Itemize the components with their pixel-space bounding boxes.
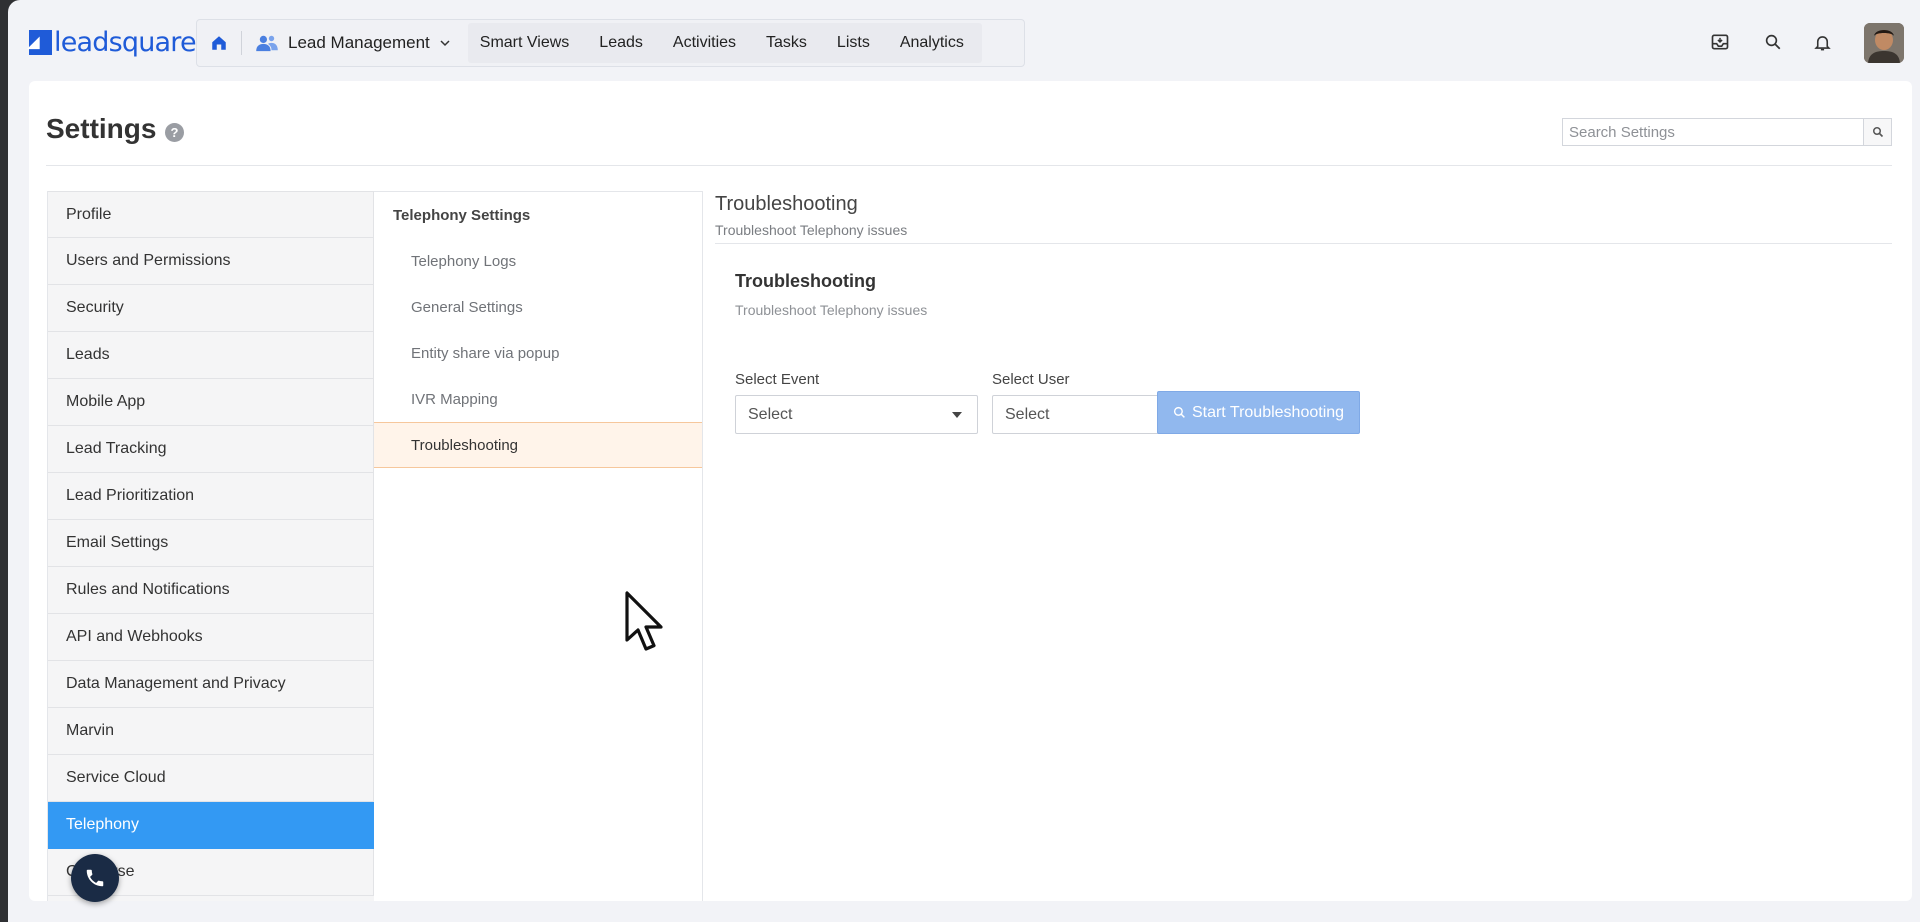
- panel-subtitle: Troubleshoot Telephony issues: [715, 222, 908, 238]
- menu-item-rules-and-notifications[interactable]: Rules and Notifications: [48, 567, 374, 614]
- start-troubleshooting-button[interactable]: Start Troubleshooting: [1157, 391, 1360, 434]
- nav-links: Smart Views Leads Activities Tasks Lists…: [467, 23, 982, 63]
- avatar-photo-icon: [1864, 23, 1904, 63]
- inbox-icon: [1711, 34, 1729, 50]
- user-avatar[interactable]: [1864, 23, 1904, 63]
- module-switcher[interactable]: Lead Management: [242, 20, 464, 66]
- panel-title: Troubleshooting: [715, 193, 858, 215]
- home-button[interactable]: [197, 20, 241, 66]
- menu-item-email-settings[interactable]: Email Settings: [48, 520, 374, 567]
- nav-link-smart-views[interactable]: Smart Views: [468, 23, 582, 63]
- select-event-value: Select: [748, 405, 793, 423]
- title-divider: [46, 165, 1892, 166]
- search-icon: [1765, 34, 1781, 50]
- menu-item-mobile-app[interactable]: Mobile App: [48, 379, 374, 426]
- global-search-button[interactable]: [1759, 28, 1787, 56]
- section-title: Troubleshooting: [735, 271, 876, 291]
- panel-divider: [715, 243, 1892, 244]
- search-icon: [1173, 406, 1185, 418]
- nav-link-activities[interactable]: Activities: [661, 23, 748, 63]
- sub-item-entity-share-via-popup[interactable]: Entity share via popup: [374, 330, 702, 376]
- start-troubleshooting-label: Start Troubleshooting: [1191, 403, 1345, 421]
- nav-link-tasks[interactable]: Tasks: [754, 23, 819, 63]
- nav-link-analytics[interactable]: Analytics: [888, 23, 976, 63]
- menu-item-users-and-permissions[interactable]: Users and Permissions: [48, 238, 374, 285]
- menu-item-lead-prioritization[interactable]: Lead Prioritization: [48, 473, 374, 520]
- main-nav: Lead Management Smart Views Leads Activi…: [196, 19, 1025, 67]
- nav-link-lists[interactable]: Lists: [825, 23, 882, 63]
- sub-item-general-settings[interactable]: General Settings: [374, 284, 702, 330]
- menu-item-api-and-webhooks[interactable]: API and Webhooks: [48, 614, 374, 661]
- select-user-label: Select User: [992, 371, 1070, 388]
- sub-item-ivr-mapping[interactable]: IVR Mapping: [374, 376, 702, 422]
- bell-icon: [1813, 35, 1831, 50]
- caret-down-icon: [952, 412, 962, 418]
- select-user-value: Select: [1005, 405, 1050, 423]
- help-icon[interactable]: ?: [165, 123, 184, 142]
- troubleshooting-panel: Troubleshooting Troubleshoot Telephony i…: [715, 191, 1892, 891]
- logo-mark-icon: [29, 29, 52, 55]
- menu-item-lead-tracking[interactable]: Lead Tracking: [48, 426, 374, 473]
- nav-link-leads[interactable]: Leads: [587, 23, 655, 63]
- settings-search: [1562, 118, 1892, 146]
- menu-item-marvin[interactable]: Marvin: [48, 708, 374, 755]
- sub-item-troubleshooting[interactable]: Troubleshooting: [374, 422, 702, 468]
- users-icon: [256, 35, 278, 52]
- menu-item-telephony[interactable]: Telephony: [48, 802, 374, 849]
- select-event-dropdown[interactable]: Select: [735, 395, 978, 434]
- notifications-button[interactable]: [1808, 28, 1836, 56]
- telephony-sub-menu: Telephony Settings Telephony Logs Genera…: [374, 191, 703, 901]
- settings-search-input[interactable]: [1563, 119, 1863, 145]
- brand-logo[interactable]: leadsquared: [29, 26, 213, 58]
- menu-item-data-management-and-privacy[interactable]: Data Management and Privacy: [48, 661, 374, 708]
- section-subtitle: Troubleshoot Telephony issues: [735, 302, 928, 318]
- home-icon: [212, 36, 226, 50]
- phone-icon: [86, 869, 104, 887]
- select-event-label: Select Event: [735, 371, 820, 388]
- mouse-cursor-icon: [625, 591, 663, 651]
- menu-item-profile[interactable]: Profile: [48, 191, 374, 238]
- sub-item-telephony-logs[interactable]: Telephony Logs: [374, 238, 702, 284]
- menu-item-service-cloud[interactable]: Service Cloud: [48, 755, 374, 802]
- menu-item-security[interactable]: Security: [48, 285, 374, 332]
- chevron-down-icon: [440, 40, 450, 47]
- inbox-button[interactable]: [1706, 28, 1734, 56]
- settings-search-button[interactable]: [1863, 119, 1891, 145]
- page-title: Settings: [46, 113, 157, 144]
- settings-left-menu: Profile Users and Permissions Security L…: [47, 191, 374, 901]
- menu-item-leads[interactable]: Leads: [48, 332, 374, 379]
- phone-widget-button[interactable]: [71, 854, 119, 902]
- logo-text: leadsquared: [54, 26, 213, 58]
- search-icon: [1872, 127, 1883, 138]
- settings-card: Settings ? Profile Users and Permissions…: [29, 81, 1912, 901]
- sub-menu-heading: Telephony Settings: [393, 206, 531, 224]
- module-label: Lead Management: [288, 33, 430, 52]
- app-window: leadsquared Lead Management Smart Views …: [8, 0, 1920, 922]
